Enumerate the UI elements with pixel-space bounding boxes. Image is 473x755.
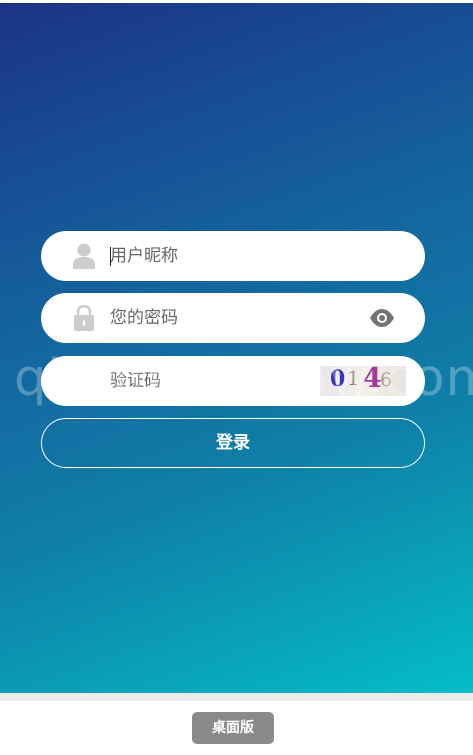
eye-icon[interactable] [369,308,395,328]
user-icon [73,243,95,269]
captcha-char: 4 [363,366,382,394]
captcha-char: 6 [380,369,393,391]
captcha-image[interactable]: 0 1 4 6 [320,366,406,396]
username-input[interactable] [110,231,350,281]
login-button[interactable]: 登录 [41,418,425,468]
captcha-input[interactable] [110,356,350,406]
captcha-field[interactable]: 0 1 4 6 [41,356,425,406]
lock-icon [74,305,94,331]
desktop-version-button[interactable]: 桌面版 [192,712,274,744]
password-field[interactable] [41,293,425,343]
login-panel: 0 1 4 6 登录 qingfengymw.com [0,3,473,693]
username-field[interactable] [41,231,425,281]
footer-divider [0,693,473,701]
captcha-char: 0 [330,366,346,392]
footer: 桌面版 [0,693,473,755]
captcha-char: 1 [347,366,360,390]
password-input[interactable] [110,293,350,343]
